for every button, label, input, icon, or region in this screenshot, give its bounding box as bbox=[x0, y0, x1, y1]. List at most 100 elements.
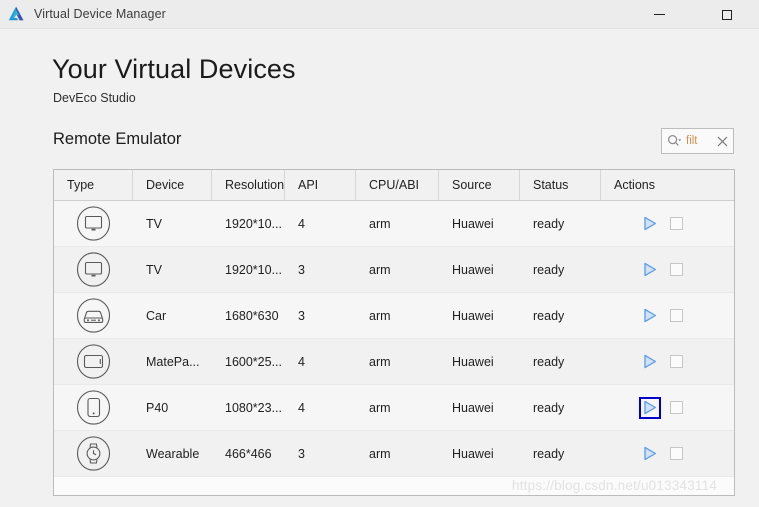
play-icon[interactable] bbox=[643, 308, 657, 323]
cell-source: Huawei bbox=[452, 400, 494, 415]
cell-actions bbox=[601, 201, 734, 246]
play-icon[interactable] bbox=[643, 400, 657, 415]
cell-api: 3 bbox=[298, 262, 305, 277]
select-device-checkbox[interactable] bbox=[670, 217, 683, 230]
cell-type bbox=[54, 201, 133, 246]
column-header-cpu-abi[interactable]: CPU/ABI bbox=[356, 170, 439, 200]
column-header-device[interactable]: Device bbox=[133, 170, 212, 200]
cell-cpu-abi: arm bbox=[369, 400, 391, 415]
launch-device-button[interactable] bbox=[639, 259, 661, 281]
play-icon[interactable] bbox=[643, 446, 657, 461]
search-dropdown-icon[interactable] bbox=[667, 134, 682, 148]
cell-actions bbox=[601, 431, 734, 476]
select-device-checkbox[interactable] bbox=[670, 447, 683, 460]
cell-device: TV bbox=[146, 262, 162, 277]
cell-type bbox=[54, 293, 133, 338]
cell-source: Huawei bbox=[452, 446, 494, 461]
filter-input[interactable] bbox=[686, 135, 716, 147]
table-row[interactable]: Wearable 466*466 3 arm Huawei ready bbox=[54, 431, 734, 477]
cell-source: Huawei bbox=[452, 308, 494, 323]
cell-status: ready bbox=[533, 262, 565, 277]
cell-api: 4 bbox=[298, 400, 305, 415]
phone-icon bbox=[75, 389, 112, 426]
select-device-checkbox[interactable] bbox=[670, 309, 683, 322]
watermark-text: https://blog.csdn.net/u013343114 bbox=[512, 478, 718, 493]
cell-status: ready bbox=[533, 446, 565, 461]
cell-actions bbox=[601, 385, 734, 430]
devices-table: Type Device Resolution API CPU/ABI Sourc… bbox=[53, 169, 735, 496]
column-header-source[interactable]: Source bbox=[439, 170, 520, 200]
minimize-icon bbox=[653, 14, 665, 15]
cell-type bbox=[54, 339, 133, 384]
cell-resolution: 1080*23... bbox=[225, 400, 282, 415]
cell-source: Huawei bbox=[452, 216, 494, 231]
maximize-icon bbox=[722, 9, 732, 20]
column-header-api[interactable]: API bbox=[285, 170, 356, 200]
section-title-remote-emulator: Remote Emulator bbox=[53, 130, 182, 148]
cell-actions bbox=[601, 339, 734, 384]
table-row[interactable]: Car 1680*630 3 arm Huawei ready bbox=[54, 293, 734, 339]
cell-resolution: 1920*10... bbox=[225, 262, 282, 277]
cell-source: Huawei bbox=[452, 354, 494, 369]
cell-api: 4 bbox=[298, 216, 305, 231]
table-row[interactable]: MatePa... 1600*25... 4 arm Huawei ready bbox=[54, 339, 734, 385]
cell-resolution: 1680*630 bbox=[225, 308, 279, 323]
cell-source: Huawei bbox=[452, 262, 494, 277]
cell-resolution: 1600*25... bbox=[225, 354, 282, 369]
cell-device: Car bbox=[146, 308, 167, 323]
main-content: Your Virtual Devices DevEco Studio Remot… bbox=[0, 29, 759, 507]
launch-device-button[interactable] bbox=[639, 305, 661, 327]
select-device-checkbox[interactable] bbox=[670, 355, 683, 368]
table-row[interactable]: TV 1920*10... 3 arm Huawei ready bbox=[54, 247, 734, 293]
cell-api: 4 bbox=[298, 354, 305, 369]
cell-device: Wearable bbox=[146, 446, 200, 461]
cell-type bbox=[54, 247, 133, 292]
cell-cpu-abi: arm bbox=[369, 308, 391, 323]
table-row[interactable]: P40 1080*23... 4 arm Huawei ready bbox=[54, 385, 734, 431]
minimize-button[interactable] bbox=[636, 0, 682, 29]
column-header-actions[interactable]: Actions bbox=[601, 170, 734, 200]
tv-icon bbox=[75, 205, 112, 242]
tv-icon bbox=[75, 251, 112, 288]
column-header-resolution[interactable]: Resolution bbox=[212, 170, 285, 200]
play-icon[interactable] bbox=[643, 354, 657, 369]
window-titlebar: Virtual Device Manager bbox=[0, 0, 759, 29]
filter-box[interactable] bbox=[661, 128, 734, 154]
launch-device-button[interactable] bbox=[639, 213, 661, 235]
cell-type bbox=[54, 385, 133, 430]
window-title: Virtual Device Manager bbox=[34, 7, 166, 21]
cell-status: ready bbox=[533, 354, 565, 369]
cell-device: P40 bbox=[146, 400, 169, 415]
cell-status: ready bbox=[533, 216, 565, 231]
car-icon bbox=[75, 297, 112, 334]
cell-type bbox=[54, 431, 133, 476]
maximize-button[interactable] bbox=[704, 0, 750, 29]
page-subtitle: DevEco Studio bbox=[53, 91, 136, 105]
launch-device-button[interactable] bbox=[639, 443, 661, 465]
cell-actions bbox=[601, 247, 734, 292]
select-device-checkbox[interactable] bbox=[670, 401, 683, 414]
cell-cpu-abi: arm bbox=[369, 216, 391, 231]
launch-device-button[interactable] bbox=[639, 396, 661, 419]
cell-api: 3 bbox=[298, 446, 305, 461]
cell-api: 3 bbox=[298, 308, 305, 323]
table-body: TV 1920*10... 4 arm Huawei ready TV 1920*10... 3… bbox=[54, 201, 734, 477]
play-icon[interactable] bbox=[643, 216, 657, 231]
cell-resolution: 1920*10... bbox=[225, 216, 282, 231]
column-header-type[interactable]: Type bbox=[54, 170, 133, 200]
cell-device: MatePa... bbox=[146, 354, 200, 369]
cell-status: ready bbox=[533, 308, 565, 323]
cell-cpu-abi: arm bbox=[369, 262, 391, 277]
select-device-checkbox[interactable] bbox=[670, 263, 683, 276]
table-row[interactable]: TV 1920*10... 4 arm Huawei ready bbox=[54, 201, 734, 247]
cell-cpu-abi: arm bbox=[369, 354, 391, 369]
launch-device-button[interactable] bbox=[639, 351, 661, 373]
column-header-status[interactable]: Status bbox=[520, 170, 601, 200]
page-title: Your Virtual Devices bbox=[52, 54, 296, 84]
table-header-row: Type Device Resolution API CPU/ABI Sourc… bbox=[54, 170, 734, 201]
close-icon[interactable] bbox=[717, 136, 728, 147]
watch-icon bbox=[75, 435, 112, 472]
tablet-icon bbox=[75, 343, 112, 380]
cell-resolution: 466*466 bbox=[225, 446, 272, 461]
play-icon[interactable] bbox=[643, 262, 657, 277]
